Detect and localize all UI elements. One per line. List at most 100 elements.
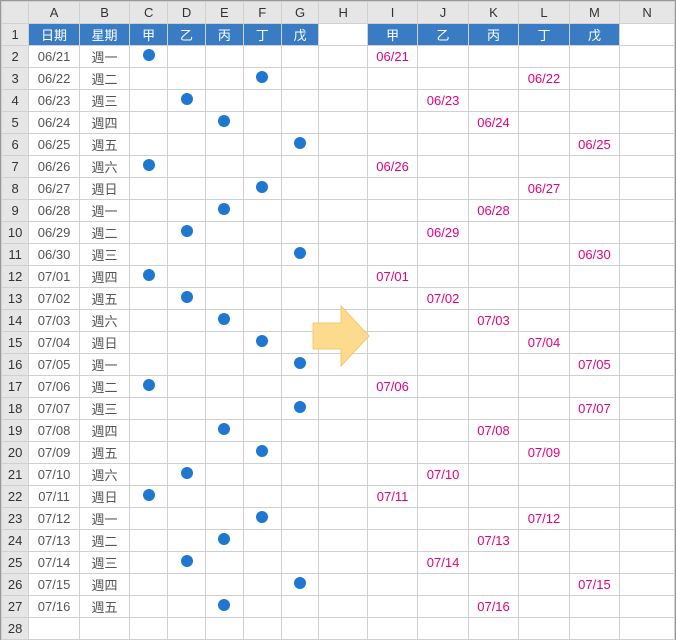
col-header-H[interactable]: H [319,2,367,24]
row-header-1[interactable]: 1 [2,24,29,46]
cell-I3[interactable] [367,68,417,90]
cell-H26[interactable] [319,574,367,596]
cell-N18[interactable] [620,398,675,420]
row-header-20[interactable]: 20 [2,442,29,464]
cell-D13[interactable] [168,288,206,310]
cell-E17[interactable] [205,376,243,398]
row-header-28[interactable]: 28 [2,618,29,640]
row-header-18[interactable]: 18 [2,398,29,420]
row-header-22[interactable]: 22 [2,486,29,508]
cell-H27[interactable] [319,596,367,618]
cell-G28[interactable] [281,618,319,640]
cell-J24[interactable] [418,530,468,552]
cell-J16[interactable] [418,354,468,376]
cell-F16[interactable] [243,354,281,376]
cell-D14[interactable] [168,310,206,332]
cell-N26[interactable] [620,574,675,596]
cell-I9[interactable] [367,200,417,222]
cell-I24[interactable] [367,530,417,552]
cell-F28[interactable] [243,618,281,640]
cell-M19[interactable] [569,420,619,442]
cell-H7[interactable] [319,156,367,178]
cell-F5[interactable] [243,112,281,134]
cell-C27[interactable] [130,596,168,618]
cell-H28[interactable] [319,618,367,640]
cell-D16[interactable] [168,354,206,376]
cell-M4[interactable] [569,90,619,112]
cell-L2[interactable] [519,46,569,68]
cell-E13[interactable] [205,288,243,310]
cell-H3[interactable] [319,68,367,90]
cell-M2[interactable] [569,46,619,68]
cell-N6[interactable] [620,134,675,156]
cell-H20[interactable] [319,442,367,464]
cell-D10[interactable] [168,222,206,244]
cell-G14[interactable] [281,310,319,332]
cell-I17[interactable]: 07/06 [367,376,417,398]
cell-E15[interactable] [205,332,243,354]
cell-H13[interactable] [319,288,367,310]
cell-A10[interactable]: 06/29 [29,222,79,244]
cell-I6[interactable] [367,134,417,156]
cell-G26[interactable] [281,574,319,596]
row-header-13[interactable]: 13 [2,288,29,310]
cell-G22[interactable] [281,486,319,508]
cell-N22[interactable] [620,486,675,508]
cell-K22[interactable] [468,486,518,508]
cell-H18[interactable] [319,398,367,420]
cell-L17[interactable] [519,376,569,398]
cell-J12[interactable] [418,266,468,288]
cell-H15[interactable] [319,332,367,354]
cell-H9[interactable] [319,200,367,222]
cell-A8[interactable]: 06/27 [29,178,79,200]
cell-F27[interactable] [243,596,281,618]
cell-E10[interactable] [205,222,243,244]
cell-C10[interactable] [130,222,168,244]
cell-H21[interactable] [319,464,367,486]
cell-N27[interactable] [620,596,675,618]
col-header-G[interactable]: G [281,2,319,24]
cell-C19[interactable] [130,420,168,442]
cell-A26[interactable]: 07/15 [29,574,79,596]
cell-C22[interactable] [130,486,168,508]
cell-I7[interactable]: 06/26 [367,156,417,178]
col-header-E[interactable]: E [205,2,243,24]
cell-M22[interactable] [569,486,619,508]
cell-I19[interactable] [367,420,417,442]
cell-A22[interactable]: 07/11 [29,486,79,508]
cell-N15[interactable] [620,332,675,354]
cell-G9[interactable] [281,200,319,222]
cell-E19[interactable] [205,420,243,442]
cell-I11[interactable] [367,244,417,266]
cell-D8[interactable] [168,178,206,200]
cell-K17[interactable] [468,376,518,398]
cell-J7[interactable] [418,156,468,178]
cell-I25[interactable] [367,552,417,574]
cell-C3[interactable] [130,68,168,90]
row-header-27[interactable]: 27 [2,596,29,618]
cell-G3[interactable] [281,68,319,90]
cell-D28[interactable] [168,618,206,640]
cell-G25[interactable] [281,552,319,574]
cell-C15[interactable] [130,332,168,354]
cell-A11[interactable]: 06/30 [29,244,79,266]
cell-N24[interactable] [620,530,675,552]
cell-E27[interactable] [205,596,243,618]
cell-E3[interactable] [205,68,243,90]
cell-K19[interactable]: 07/08 [468,420,518,442]
cell-C21[interactable] [130,464,168,486]
cell-H4[interactable] [319,90,367,112]
cell-L26[interactable] [519,574,569,596]
cell-K27[interactable]: 07/16 [468,596,518,618]
row-header-3[interactable]: 3 [2,68,29,90]
cell-F19[interactable] [243,420,281,442]
cell-D18[interactable] [168,398,206,420]
cell-M20[interactable] [569,442,619,464]
cell-C14[interactable] [130,310,168,332]
cell-N25[interactable] [620,552,675,574]
cell-F3[interactable] [243,68,281,90]
cell-C11[interactable] [130,244,168,266]
cell-N21[interactable] [620,464,675,486]
cell-K13[interactable] [468,288,518,310]
cell-N5[interactable] [620,112,675,134]
